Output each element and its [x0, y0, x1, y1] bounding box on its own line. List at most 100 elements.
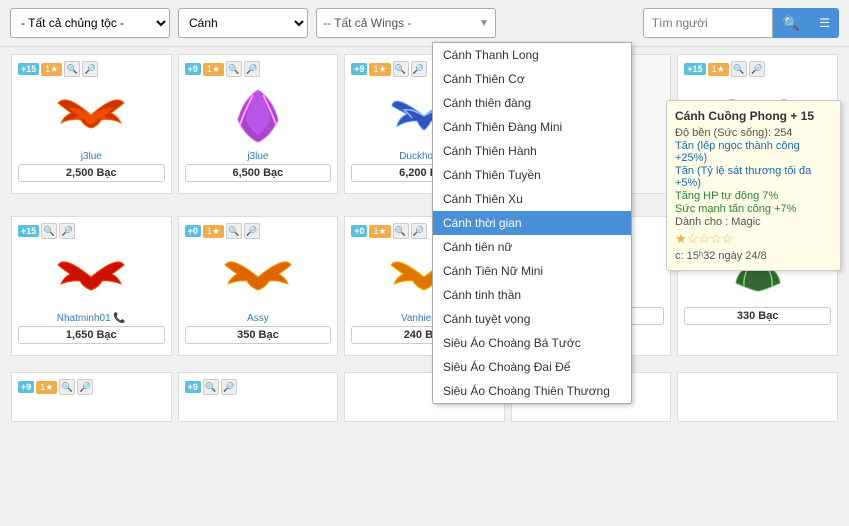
drop-item-0[interactable]: Cánh Thanh Long [433, 43, 631, 67]
card-controls-0: +15 1★ 🔍 🔎 [18, 61, 165, 77]
wings-dropdown[interactable]: -- Tất cả Wings - ▼ [316, 8, 496, 38]
zoom-in-icon-r2-1[interactable]: 🔍 [226, 223, 242, 239]
drop-item-9[interactable]: Cánh Tiên Nữ Mini [433, 259, 631, 283]
type-select[interactable]: Cánh [178, 8, 308, 38]
star-badge-2: 1★ [369, 63, 390, 76]
item-card-r2-1: +0 1★ 🔍 🔎 Assy 350 Bạc [178, 216, 339, 356]
tooltip-stat-4: Sức mạnh tấn công +7% [675, 203, 832, 215]
card-controls-r2-0: +15 🔍 🔎 [18, 223, 165, 239]
item-price-1: 6,500 Bạc [185, 164, 332, 182]
card-controls-r3-1: +9 🔍 🔎 [185, 379, 332, 395]
search-button[interactable]: 🔍 [773, 8, 810, 38]
zoom-in-icon-0[interactable]: 🔍 [64, 61, 80, 77]
item-card-r3-4 [677, 372, 838, 422]
wings-dropdown-label: -- Tất cả Wings - [323, 16, 479, 30]
zoom-out-icon-r2-0[interactable]: 🔎 [59, 223, 75, 239]
zoom-out-icon-r2-2[interactable]: 🔎 [411, 223, 427, 239]
zoom-in-icon-r2-2[interactable]: 🔍 [393, 223, 409, 239]
plus-badge-r2-0: +15 [18, 225, 39, 237]
drop-item-11[interactable]: Cánh tuyệt vọng [433, 307, 631, 331]
grid-view-button[interactable]: ☰ [810, 8, 839, 38]
plus-badge-r2-2: +0 [351, 225, 367, 237]
filter-bar: - Tất cả chủng tộc - Cánh -- Tất cả Wing… [0, 0, 849, 47]
tooltip-stat-0: Độ bền (Sức sống): 254 [675, 127, 832, 139]
zoom-in-icon-2[interactable]: 🔍 [393, 61, 409, 77]
tooltip-stat-5: Dành cho : Magic [675, 216, 832, 228]
item-image-0 [56, 85, 126, 145]
zoom-out-icon-0[interactable]: 🔎 [82, 61, 98, 77]
zoom-out-icon-r2-1[interactable]: 🔎 [244, 223, 260, 239]
zoom-out-icon-r3-0[interactable]: 🔎 [77, 379, 93, 395]
item-image-r2-0 [56, 247, 126, 307]
zoom-out-icon-1[interactable]: 🔎 [244, 61, 260, 77]
zoom-in-icon-4[interactable]: 🔍 [731, 61, 747, 77]
star-badge-r2-2: 1★ [369, 225, 390, 238]
plus-badge-4: +15 [684, 63, 705, 75]
card-controls-4: +15 1★ 🔍 🔎 [684, 61, 831, 77]
card-controls-r3-0: +9 1★ 🔍 🔎 [18, 379, 165, 395]
card-controls-1: +9 1★ 🔍 🔎 [185, 61, 332, 77]
star-badge-r2-1: 1★ [203, 225, 224, 238]
item-image-1 [223, 85, 293, 145]
star-badge-0: 1★ [41, 63, 62, 76]
item-image-r2-1 [223, 247, 293, 307]
drop-item-10[interactable]: Cánh tinh thần [433, 283, 631, 307]
drop-item-2[interactable]: Cánh thiên đàng [433, 91, 631, 115]
zoom-out-icon-4[interactable]: 🔎 [749, 61, 765, 77]
item-price-r2-0: 1,650 Bạc [18, 326, 165, 344]
drop-item-5[interactable]: Cánh Thiên Tuyền [433, 163, 631, 187]
item-tooltip: Cánh Cuồng Phong + 15 Độ bền (Sức sống):… [666, 100, 841, 271]
zoom-in-icon-r3-1[interactable]: 🔍 [203, 379, 219, 395]
zoom-out-icon-r3-1[interactable]: 🔎 [221, 379, 237, 395]
items-grid-row3: +9 1★ 🔍 🔎 +9 🔍 🔎 [0, 367, 849, 427]
item-card-0: +15 1★ 🔍 🔎 j3lue 2,500 Bạc [11, 54, 172, 194]
search-area: 🔍 ☰ [643, 8, 839, 38]
tooltip-stars: ★☆☆☆☆ [675, 231, 832, 247]
chevron-down-icon: ▼ [479, 18, 489, 29]
race-select[interactable]: - Tất cả chủng tộc - [10, 8, 170, 38]
tooltip-time: c: 15ʰ32 ngày 24/8 [675, 250, 832, 262]
zoom-in-icon-1[interactable]: 🔍 [226, 61, 242, 77]
star-badge-1: 1★ [203, 63, 224, 76]
zoom-in-icon-r3-0[interactable]: 🔍 [59, 379, 75, 395]
search-input[interactable] [643, 8, 773, 38]
tooltip-stat-2: Tăn (Tỷ lệ sát thương tối đa +5%) [675, 165, 832, 189]
star-badge-r3-0: 1★ [36, 381, 57, 394]
drop-item-8[interactable]: Cánh tiên nữ [433, 235, 631, 259]
tooltip-stat-3: Tăng HP tự động 7% [675, 190, 832, 202]
plus-badge-2: +9 [351, 63, 367, 75]
plus-badge-r2-1: +0 [185, 225, 201, 237]
drop-item-13[interactable]: Siêu Áo Choàng Đai Đế [433, 355, 631, 379]
drop-item-4[interactable]: Cánh Thiên Hành [433, 139, 631, 163]
drop-item-6[interactable]: Cánh Thiên Xu [433, 187, 631, 211]
card-controls-r2-1: +0 1★ 🔍 🔎 [185, 223, 332, 239]
grid-icon: ☰ [819, 16, 830, 30]
tooltip-stat-1: Tăn (lếp ngọc thành công +25%) [675, 140, 832, 164]
plus-badge-r3-1: +9 [185, 381, 201, 393]
zoom-out-icon-2[interactable]: 🔎 [411, 61, 427, 77]
item-card-r3-0: +9 1★ 🔍 🔎 [11, 372, 172, 422]
drop-item-14[interactable]: Siêu Áo Choàng Thiên Thương [433, 379, 631, 403]
plus-badge-r3-0: +9 [18, 381, 34, 393]
item-price-r2-1: 350 Bạc [185, 326, 332, 344]
seller-name-r2-1: Assy [247, 313, 269, 324]
search-icon: 🔍 [783, 15, 800, 31]
star-badge-4: 1★ [708, 63, 729, 76]
tooltip-title: Cánh Cuồng Phong + 15 [675, 109, 832, 123]
item-price-r2-4: 330 Bạc [684, 307, 831, 325]
wings-dropdown-list: Cánh Thanh Long Cánh Thiên Cơ Cánh thiên… [432, 42, 632, 404]
item-card-r2-0: +15 🔍 🔎 Nhatminh01 📞 1,650 Bạc [11, 216, 172, 356]
seller-name-1: j3lue [247, 151, 268, 162]
drop-item-7[interactable]: Cánh thời gian [433, 211, 631, 235]
plus-badge-0: +15 [18, 63, 39, 75]
item-card-r3-1: +9 🔍 🔎 [178, 372, 339, 422]
wings-dropdown-scroll[interactable]: Cánh Thanh Long Cánh Thiên Cơ Cánh thiên… [433, 43, 631, 403]
plus-badge-1: +9 [185, 63, 201, 75]
drop-item-12[interactable]: Siêu Áo Choàng Bá Tước [433, 331, 631, 355]
item-price-0: 2,500 Bạc [18, 164, 165, 182]
item-card-1: +9 1★ 🔍 🔎 j3lue 6,500 Bạc [178, 54, 339, 194]
seller-name-r2-0: Nhatminh01 📞 [57, 313, 126, 324]
zoom-in-icon-r2-0[interactable]: 🔍 [41, 223, 57, 239]
drop-item-1[interactable]: Cánh Thiên Cơ [433, 67, 631, 91]
drop-item-3[interactable]: Cánh Thiên Đàng Mini [433, 115, 631, 139]
